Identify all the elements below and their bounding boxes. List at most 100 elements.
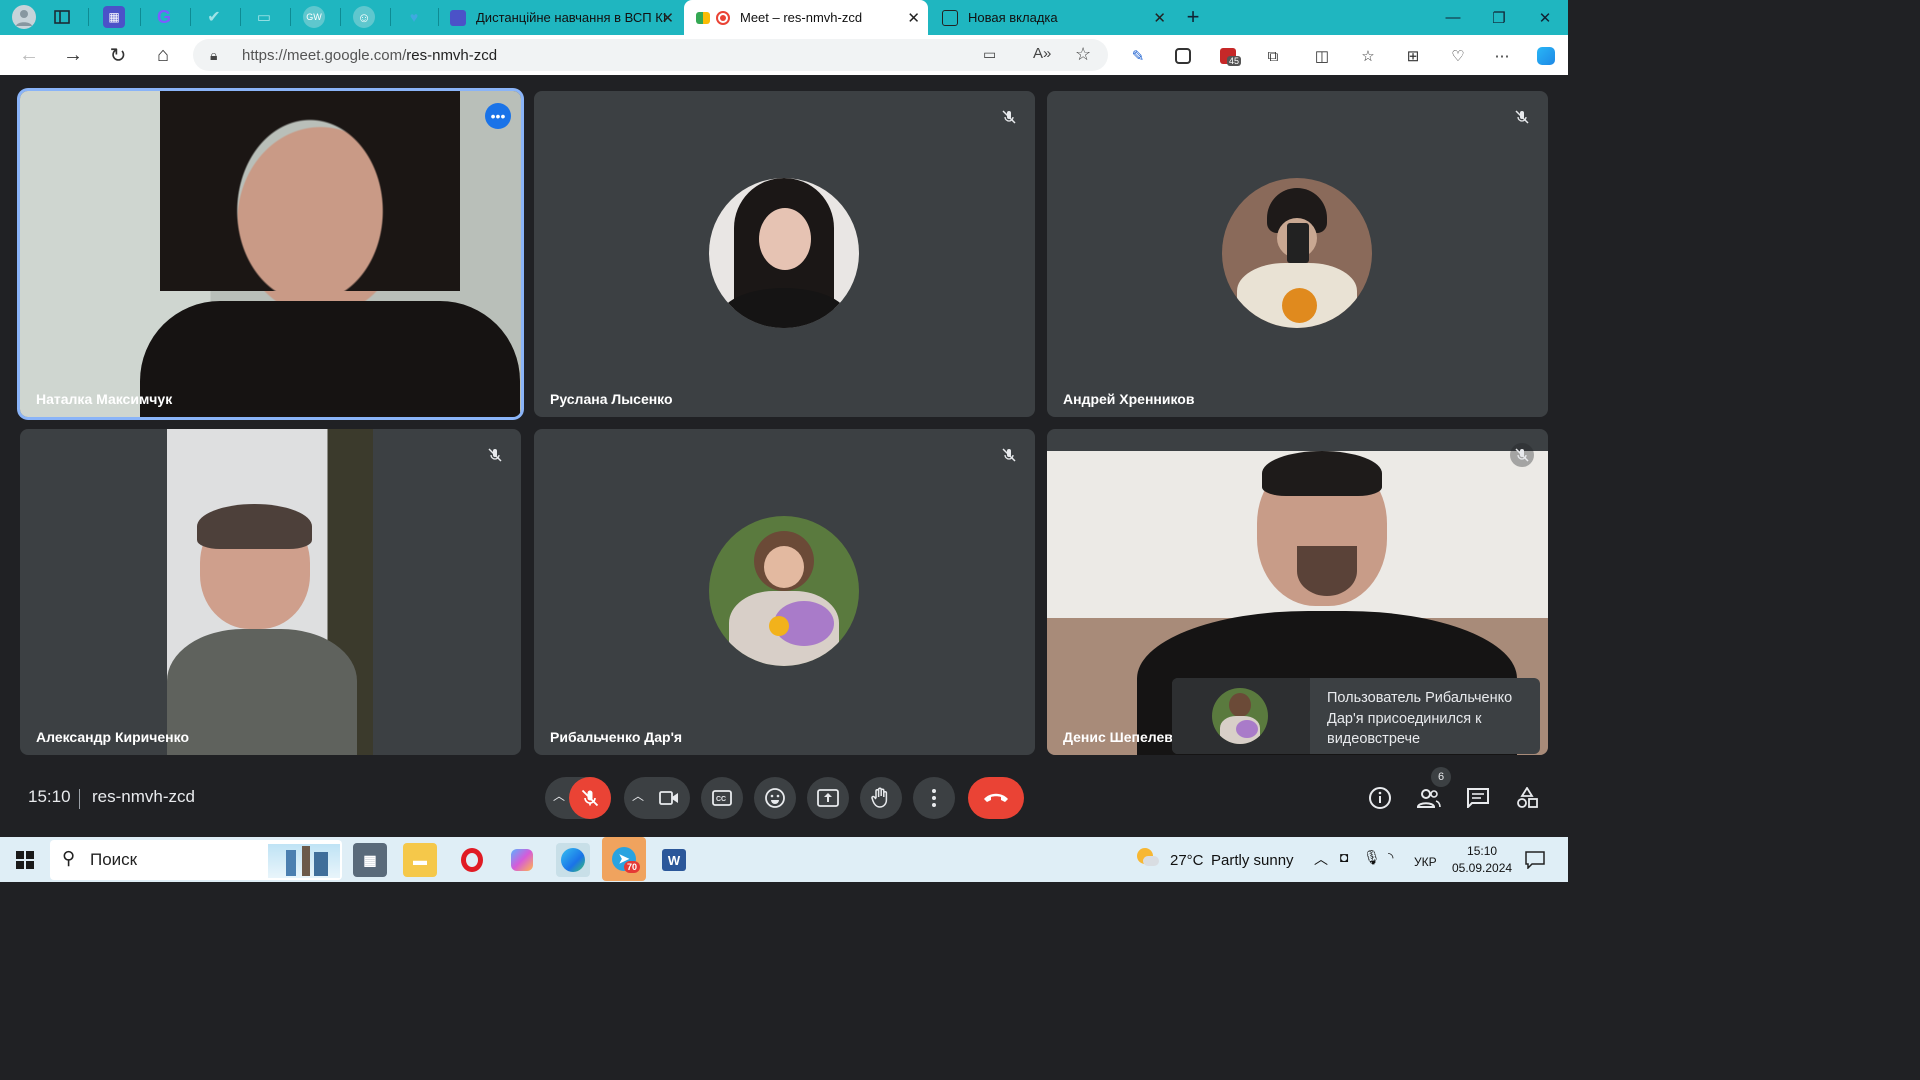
svg-text:CC: CC (716, 796, 726, 803)
more-vert-icon (932, 789, 936, 807)
taskbar-search[interactable]: ⚲ Поиск (50, 840, 342, 880)
tab-distance-learning[interactable]: Дистанційне навчання в ВСП КІ ✕ (438, 0, 682, 35)
camera-button[interactable] (648, 777, 690, 819)
participant-avatar (1222, 178, 1372, 328)
copilot-icon[interactable] (1535, 45, 1557, 67)
microphone-button[interactable] (569, 777, 611, 819)
participant-tile[interactable]: Руслана Лысенко (534, 91, 1035, 417)
read-aloud-icon[interactable]: A» (1033, 45, 1051, 62)
audio-options-chevron-icon[interactable]: ︿ (553, 787, 565, 804)
address-bar[interactable]: 🔒︎ https://meet.google.com/res-nmvh-zcd … (193, 39, 1108, 71)
participant-name: Александр Кириченко (36, 729, 190, 745)
word-icon[interactable]: W (657, 843, 691, 877)
windows-logo-icon (16, 851, 34, 869)
tab-separator (190, 8, 191, 26)
weather-description[interactable]: Partly sunny (1211, 852, 1294, 869)
chat-icon[interactable]: ▭ (253, 6, 275, 28)
file-explorer-icon[interactable]: ▬ (403, 843, 437, 877)
participant-name: Руслана Лысенко (550, 391, 673, 407)
g-icon[interactable]: G (153, 6, 175, 28)
hand-icon (871, 787, 888, 808)
collections-icon[interactable]: ⊞ (1402, 45, 1424, 67)
more-options-button[interactable]: ••• (485, 103, 511, 129)
restore-button[interactable]: ❐ (1476, 0, 1522, 35)
check-icon[interactable]: ✔ (203, 6, 225, 28)
instagram-icon[interactable] (1172, 45, 1194, 67)
more-icon[interactable]: ⋯ (1491, 45, 1513, 67)
copilot-icon[interactable] (505, 843, 539, 877)
forms-icon[interactable]: ▦ (103, 6, 125, 28)
microphone-icon[interactable]: 🎙︎ (1363, 849, 1381, 866)
reactions-button[interactable] (754, 777, 796, 819)
join-notification[interactable]: Пользователь Рибальченко Дар'я присоедин… (1172, 678, 1540, 754)
input-language[interactable]: УКР (1414, 855, 1437, 869)
chat-button[interactable] (1460, 780, 1496, 816)
forms-icon (450, 9, 466, 26)
site-info-icon[interactable]: 🔒︎ (210, 47, 217, 64)
video-options-chevron-icon[interactable]: ︿ (632, 787, 644, 804)
participant-tile[interactable]: Андрей Хренников (1047, 91, 1548, 417)
wifi-icon[interactable]: ◝ (1388, 849, 1393, 866)
close-icon[interactable]: ✕ (661, 9, 674, 27)
favorites-icon[interactable]: ☆ (1357, 45, 1379, 67)
back-button[interactable]: ← (15, 41, 43, 69)
opera-icon[interactable] (455, 843, 489, 877)
closed-captions-icon: CC (712, 790, 732, 806)
weather-icon[interactable] (1137, 848, 1159, 870)
notifications-icon[interactable] (1518, 843, 1552, 877)
adblock-icon[interactable]: 45 (1217, 45, 1242, 67)
raise-hand-button[interactable] (860, 777, 902, 819)
tab-title: Meet – res-nmvh-zcd (740, 10, 863, 25)
start-button[interactable] (8, 843, 42, 877)
face-icon[interactable]: ☺ (353, 6, 375, 28)
tab-meet[interactable]: Meet – res-nmvh-zcd ✕ (684, 0, 928, 35)
clock-time: 15:10 (1467, 844, 1498, 858)
participant-tile[interactable]: Александр Кириченко (20, 429, 521, 755)
camera-icon[interactable]: ▭ (983, 46, 996, 63)
reload-button[interactable]: ↻ (104, 41, 132, 69)
webcam-icon[interactable]: ◘ (1340, 849, 1348, 865)
participant-tile[interactable]: ••• Наталка Максимчук (20, 91, 521, 417)
minimize-button[interactable]: — (1430, 0, 1476, 35)
close-icon[interactable]: ✕ (907, 9, 920, 27)
meet-stage: ••• Наталка Максимчук Руслана Лысенко Ан… (4, 75, 1564, 837)
favorite-star-icon[interactable]: ☆ (1075, 44, 1091, 65)
tab-separator (290, 8, 291, 26)
search-icon: ⚲ (62, 848, 76, 868)
activities-button[interactable] (1509, 780, 1545, 816)
participant-tile[interactable]: Рибальченко Дар'я (534, 429, 1035, 755)
new-tab-button[interactable]: + (1182, 4, 1204, 29)
new-tab-icon (942, 9, 958, 26)
mic-off-icon (581, 789, 599, 807)
close-window-button[interactable]: ✕ (1522, 0, 1568, 35)
notification-text: Пользователь Рибальченко Дар'я присоедин… (1327, 690, 1513, 747)
meeting-details-button[interactable] (1362, 780, 1398, 816)
calculator-icon[interactable]: ▦ (353, 843, 387, 877)
forward-button[interactable]: → (59, 41, 87, 69)
split-screen-icon[interactable]: ◫ (1311, 45, 1333, 67)
tab-new-tab[interactable]: Новая вкладка ✕ (930, 0, 1174, 35)
close-icon[interactable]: ✕ (1153, 9, 1166, 27)
captions-button[interactable]: CC (701, 777, 743, 819)
pen-icon[interactable]: ✎ (1127, 45, 1149, 67)
puzzle-icon[interactable]: ⧉ (1262, 45, 1284, 67)
tab-separator (140, 8, 141, 26)
telegram-icon[interactable]: ➤ 70 (602, 837, 646, 881)
present-screen-button[interactable] (807, 777, 849, 819)
bird-icon[interactable]: ♥ (403, 6, 425, 28)
home-button[interactable]: ⌂ (149, 41, 177, 69)
weather-temperature[interactable]: 27°C (1170, 852, 1204, 869)
people-button[interactable] (1411, 780, 1447, 816)
edge-icon[interactable] (556, 843, 590, 877)
more-options-button[interactable] (913, 777, 955, 819)
system-clock[interactable]: 15:10 05.09.2024 (1452, 843, 1512, 877)
profile-icon[interactable] (12, 5, 36, 29)
tab-actions-icon[interactable] (51, 6, 73, 28)
heart-icon[interactable]: ♡ (1447, 45, 1469, 67)
gw-icon[interactable]: GW (303, 6, 325, 28)
chevron-up-icon[interactable]: ︿ (1314, 849, 1328, 869)
leave-call-button[interactable] (968, 777, 1024, 819)
meeting-controls: 15:10 res-nmvh-zcd ︿ ︿ CC 6 (4, 767, 1564, 837)
mic-off-icon (1510, 105, 1534, 129)
extension-badge: 45 (1227, 56, 1242, 66)
